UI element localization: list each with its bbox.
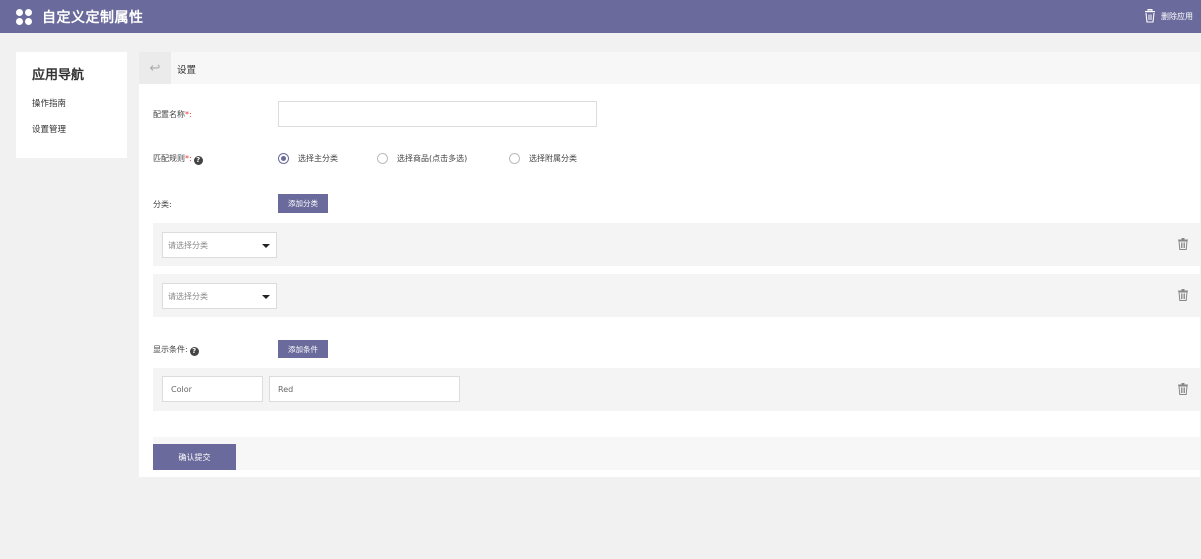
submit-area: 确认提交 [153,437,1200,470]
app-title: 自定义定制属性 [42,9,144,26]
trash-icon[interactable] [1178,238,1188,250]
sidebar-item-settings[interactable]: 设置管理 [32,123,66,135]
sidebar-item-guide[interactable]: 操作指南 [32,97,66,109]
clover-icon [16,8,32,25]
required-mark: *: [185,154,192,163]
category-label: 分类: [153,200,172,209]
undo-icon: ↩ [149,60,161,76]
radio-main-category[interactable]: 选择主分类 [278,153,338,164]
condition-key-input[interactable]: Color [162,376,263,402]
add-condition-button[interactable]: 添加条件 [278,340,328,358]
caret-down-icon [262,295,270,299]
delete-app-label: 删除应用 [1161,11,1193,21]
radio-sub-category[interactable]: 选择附属分类 [509,153,577,164]
condition-value-input[interactable]: Red [269,376,460,402]
question-circle-icon[interactable]: ? [193,156,203,165]
match-rule-label: 匹配规则*:? [153,153,203,165]
radio-indicator[interactable] [509,153,520,164]
nav-title: 应用导航 [32,68,85,83]
radio-select-products[interactable]: 选择商品(点击多选) [377,153,467,164]
back-button[interactable]: ↩ [139,52,171,84]
tab-bar: ↩ 设置 [139,52,1200,84]
category-select[interactable]: 请选择分类 [162,283,277,309]
config-name-label: 配置名称*: [153,110,192,119]
tab-settings[interactable]: 设置 [177,62,196,76]
category-row: 请选择分类 [153,274,1200,317]
settings-panel: ↩ 设置 配置名称*: 匹配规则*:? 选择主分类 选择商品(点击多选) 选择附… [139,52,1200,477]
trash-icon [1145,9,1155,23]
config-name-input[interactable] [278,101,597,127]
caret-down-icon [262,244,270,248]
add-category-button[interactable]: 添加分类 [278,194,328,213]
top-header: 自定义定制属性 删除应用 [0,0,1201,33]
category-select[interactable]: 请选择分类 [162,232,277,258]
trash-icon[interactable] [1178,383,1188,395]
category-row: 请选择分类 [153,223,1200,266]
trash-icon[interactable] [1178,289,1188,301]
radio-indicator[interactable] [377,153,388,164]
app-navigation: 应用导航 操作指南 设置管理 [16,52,127,158]
radio-indicator[interactable] [278,153,289,164]
delete-app-button[interactable]: 删除应用 [1144,9,1193,23]
condition-row: Color Red [153,368,1200,411]
question-circle-icon[interactable]: ? [189,347,199,356]
display-condition-label: 显示条件:? [153,344,199,356]
required-mark: *: [185,110,192,119]
submit-button[interactable]: 确认提交 [153,444,236,470]
